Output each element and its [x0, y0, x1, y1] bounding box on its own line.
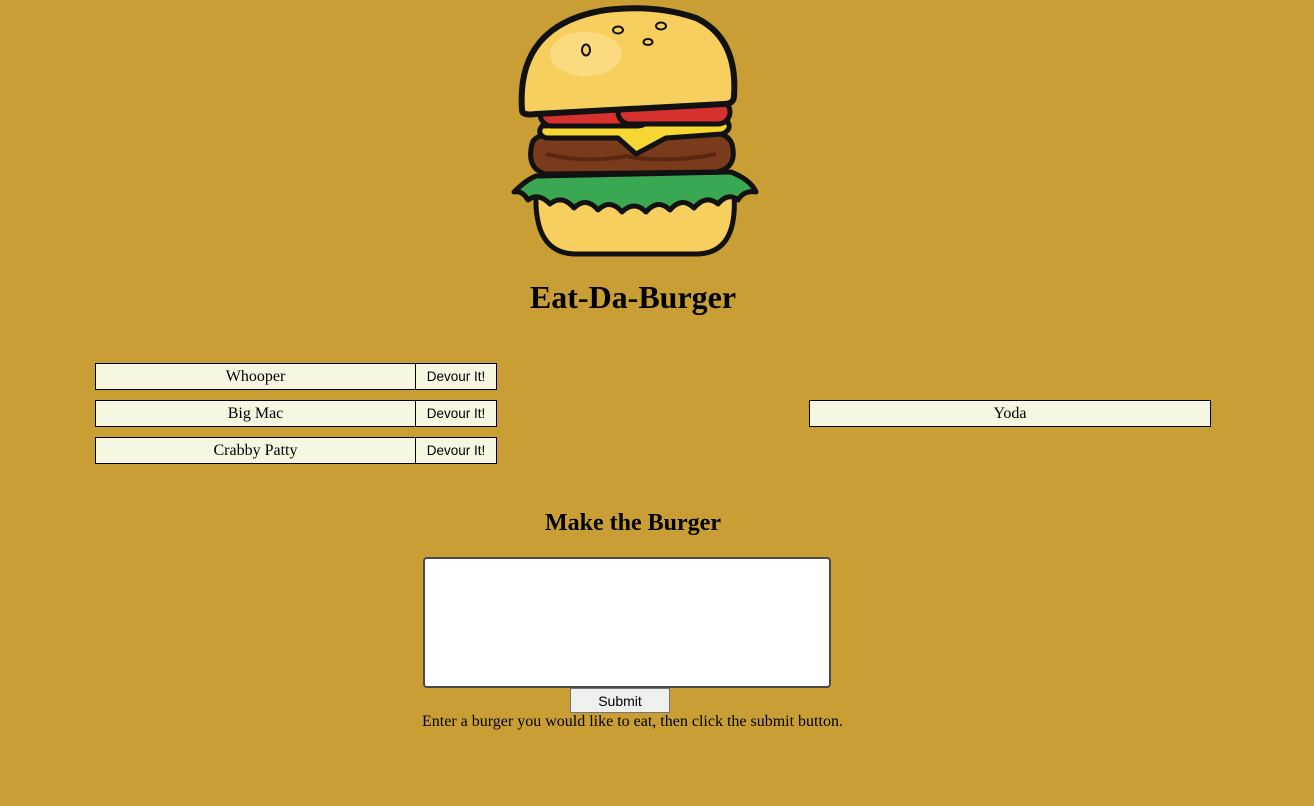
burger-logo [506, 4, 760, 260]
form-heading: Make the Burger [545, 510, 721, 536]
uneaten-burger-row: Whooper Devour It! [95, 363, 497, 390]
burger-name: Whooper [95, 363, 416, 390]
page-title: Eat-Da-Burger [529, 279, 737, 315]
devour-button[interactable]: Devour It! [416, 400, 497, 427]
form-instructions: Enter a burger you would like to eat, th… [422, 713, 843, 730]
devoured-burger-item: Yoda [809, 400, 1211, 427]
devour-button[interactable]: Devour It! [416, 363, 497, 390]
uneaten-burger-row: Crabby Patty Devour It! [95, 437, 497, 464]
burger-icon [511, 5, 759, 257]
burger-name-input[interactable] [423, 557, 831, 688]
burger-name: Crabby Patty [95, 437, 416, 464]
devour-button[interactable]: Devour It! [416, 437, 497, 464]
submit-button[interactable]: Submit [570, 688, 670, 713]
burger-name: Big Mac [95, 400, 416, 427]
uneaten-burger-row: Big Mac Devour It! [95, 400, 497, 427]
